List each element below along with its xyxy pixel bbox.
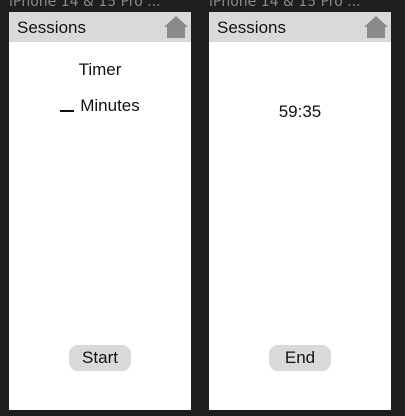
minutes-row: Minutes — [9, 96, 191, 118]
end-button[interactable]: End — [269, 345, 331, 371]
home-icon[interactable] — [363, 15, 389, 39]
minutes-input[interactable] — [60, 96, 75, 112]
header-bar: Sessions — [9, 12, 191, 42]
page-title: Sessions — [17, 18, 86, 37]
timer-setup-screen: Sessions Timer Minutes Start — [9, 12, 191, 410]
minutes-label: Minutes — [80, 96, 140, 115]
frame-label-2: iPhone 14 & 15 Pro ... — [209, 0, 361, 8]
page-title: Sessions — [217, 18, 286, 37]
header-bar: Sessions — [209, 12, 391, 42]
home-icon[interactable] — [163, 15, 189, 39]
countdown-display: 59:35 — [278, 102, 322, 121]
timer-label: Timer — [78, 60, 122, 79]
frame-label-1: iPhone 14 & 15 Pro ... — [9, 0, 161, 8]
start-button[interactable]: Start — [69, 345, 131, 371]
timer-running-screen: Sessions 59:35 End — [209, 12, 391, 410]
